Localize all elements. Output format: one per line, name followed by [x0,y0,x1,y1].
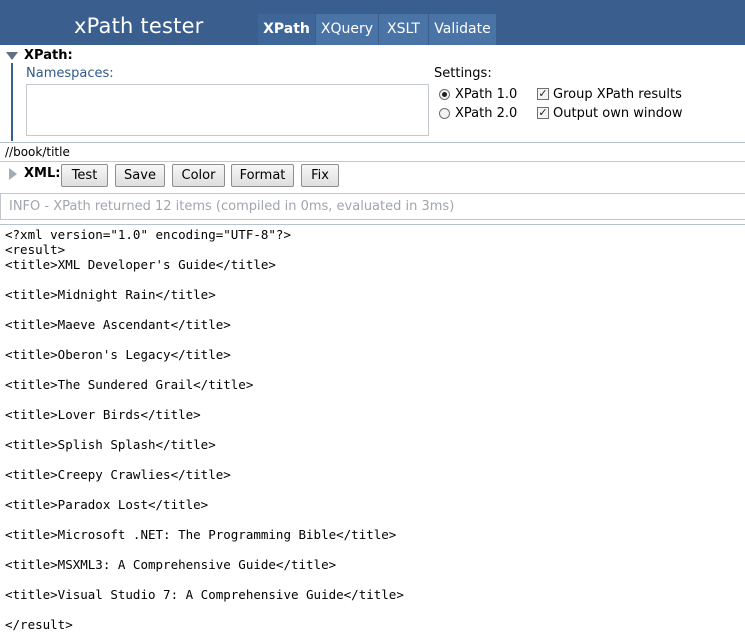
result-line: <title>Microsoft .NET: The Programming B… [5,527,397,542]
xpath-2-label: XPath 2.0 [455,106,518,121]
own-window-label: Output own window [553,106,683,121]
result-line: <title>The Sundered Grail</title> [5,377,254,392]
result-line: <title>Visual Studio 7: A Comprehensive … [5,587,404,602]
save-button[interactable]: Save [115,164,165,187]
tab-xquery[interactable]: XQuery [316,14,378,45]
group-results-label: Group XPath results [553,87,682,102]
result-line: <title>Creepy Crawlies</title> [5,467,231,482]
result-line: <title>XML Developer's Guide</title> [5,257,276,272]
collapse-triangle-icon[interactable] [6,52,18,60]
app-title: xPath tester [74,14,204,38]
color-button[interactable]: Color [172,164,225,187]
xpath-2-radio[interactable] [439,108,450,119]
result-line: <title>MSXML3: A Comprehensive Guide</ti… [5,557,337,572]
settings-label: Settings: [434,66,492,81]
tab-xslt[interactable]: XSLT [379,14,428,45]
result-line: <?xml version="1.0" encoding="UTF-8"?> [5,227,291,242]
panel-divider [11,63,13,141]
fix-button[interactable]: Fix [301,164,339,187]
test-button[interactable]: Test [61,164,108,187]
result-output[interactable]: <?xml version="1.0" encoding="UTF-8"?> <… [0,224,745,643]
result-line: <title>Paradox Lost</title> [5,497,209,512]
format-button[interactable]: Format [231,164,294,187]
xpath-1-label: XPath 1.0 [455,87,518,102]
namespaces-textarea[interactable] [26,84,429,136]
xml-label: XML: [24,166,61,181]
group-results-checkbox[interactable]: ✓ [537,88,549,100]
xpath-panel: XPath: Namespaces: Settings: XPath 1.0 X… [0,45,745,143]
own-window-checkbox[interactable]: ✓ [537,107,549,119]
result-line: <title>Midnight Rain</title> [5,287,216,302]
result-line: <title>Maeve Ascendant</title> [5,317,231,332]
result-line: </result> [5,617,73,632]
info-status-bar: INFO - XPath returned 12 items (compiled… [0,193,745,220]
tab-validate[interactable]: Validate [429,14,496,45]
top-bar: xPath tester XPath XQuery XSLT Validate [0,0,745,45]
tab-xpath[interactable]: XPath [258,14,315,45]
expand-triangle-icon[interactable] [9,168,17,180]
result-line: <title>Splish Splash</title> [5,437,216,452]
result-line: <title>Lover Birds</title> [5,407,201,422]
xpath-expression-input[interactable]: //book/title [0,142,745,162]
xpath-1-radio[interactable] [439,89,450,100]
xpath-label: XPath: [24,48,73,63]
result-line: <result> [5,242,66,257]
result-line: <title>Oberon's Legacy</title> [5,347,231,362]
namespaces-label: Namespaces: [26,66,114,81]
